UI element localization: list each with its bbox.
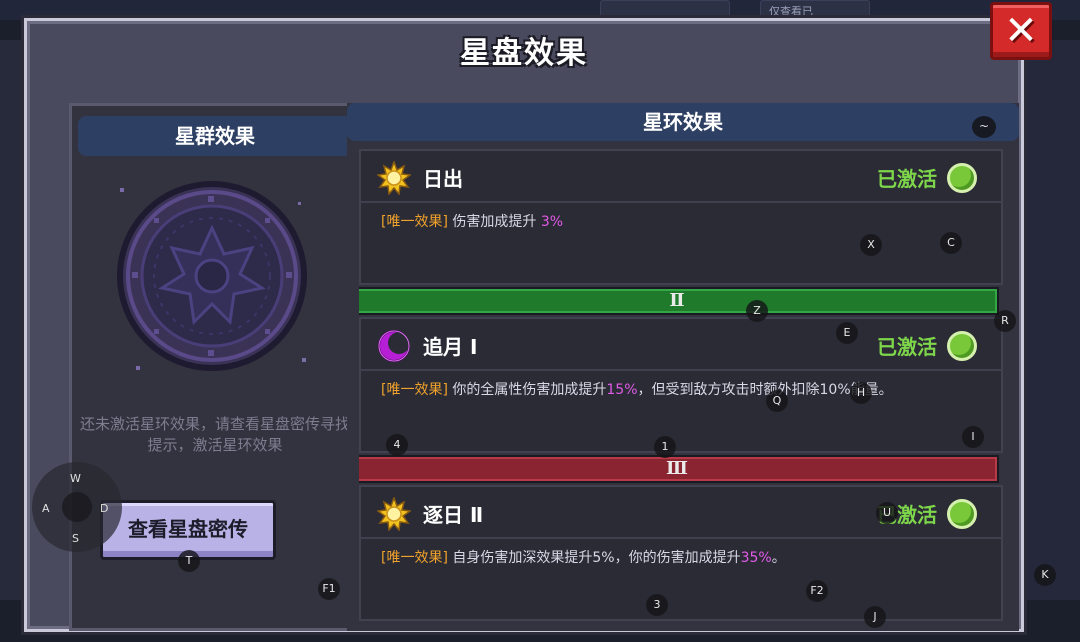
joystick-label-down: S bbox=[72, 532, 79, 545]
key-hint: Q bbox=[766, 390, 788, 412]
effect-tag: [唯一效果] bbox=[381, 550, 448, 566]
key-hint: C bbox=[940, 232, 962, 254]
effect-card-chasing-moon: 追月 Ⅰ 已激活 [唯一效果] 你的全属性伤害加成提升15%，但受到敌方攻击时额… bbox=[359, 317, 1003, 453]
sun-icon bbox=[377, 497, 411, 531]
effect-name: 日出 bbox=[423, 167, 463, 191]
key-hint: F2 bbox=[806, 580, 828, 602]
effect-desc-text: 伤害加成提升 bbox=[447, 214, 541, 230]
key-hint: 3 bbox=[646, 594, 668, 616]
key-hint: R bbox=[994, 310, 1016, 332]
key-hint: X bbox=[860, 234, 882, 256]
active-indicator-icon bbox=[947, 499, 977, 529]
effect-card-chasing-sun: 逐日 Ⅱ 已激活 [唯一效果] 自身伤害加深效果提升5%，你的伤害加成提升35%… bbox=[359, 485, 1003, 621]
effect-header: 日出 已激活 bbox=[361, 151, 1001, 203]
effect-desc-text: 你的全属性伤害加成提升 bbox=[447, 382, 607, 398]
star-ring-header: 星环效果 bbox=[347, 103, 1019, 141]
effect-desc-text: 自身伤害加深效果提升5%，你的伤害加成提升 bbox=[447, 550, 741, 566]
effect-value: 3% bbox=[540, 214, 564, 230]
key-hint: Z bbox=[746, 300, 768, 322]
joystick-knob[interactable] bbox=[62, 492, 92, 522]
tier-divider-3: Ⅲ bbox=[359, 455, 999, 483]
effect-header: 逐日 Ⅱ 已激活 bbox=[361, 487, 1001, 539]
effect-header: 追月 Ⅰ 已激活 bbox=[361, 319, 1001, 371]
active-indicator-icon bbox=[947, 331, 977, 361]
joystick-label-right: D bbox=[100, 502, 109, 515]
effect-status: 已激活 bbox=[877, 335, 937, 359]
effect-name: 逐日 Ⅱ bbox=[423, 503, 484, 527]
joystick-label-left: A bbox=[42, 502, 50, 515]
tier-divider-2: Ⅱ bbox=[359, 287, 999, 315]
key-hint: J bbox=[864, 606, 886, 628]
close-button[interactable]: ✕ bbox=[990, 2, 1052, 60]
active-indicator-icon bbox=[947, 163, 977, 193]
effect-value: 15% bbox=[606, 382, 638, 398]
key-hint: T bbox=[178, 550, 200, 572]
background-top-bar bbox=[0, 0, 1080, 20]
effect-tag: [唯一效果] bbox=[381, 382, 448, 398]
crescent-moon-icon bbox=[378, 330, 410, 362]
constellation-header: 星群效果 bbox=[78, 116, 352, 156]
sun-icon bbox=[377, 161, 411, 195]
effect-name: 追月 Ⅰ bbox=[423, 335, 478, 359]
effect-tag: [唯一效果] bbox=[381, 214, 448, 230]
key-hint: H bbox=[850, 382, 872, 404]
background-chip bbox=[600, 0, 730, 18]
dialog-title: 星盘效果 bbox=[460, 36, 588, 71]
key-hint: 4 bbox=[386, 434, 408, 456]
key-hint: K bbox=[1034, 564, 1056, 586]
key-hint: 1 bbox=[654, 436, 676, 458]
key-hint: F1 bbox=[318, 578, 340, 600]
background-filter-chip: 仅查看已 bbox=[760, 0, 870, 18]
effect-value: 35% bbox=[740, 550, 772, 566]
inactive-hint-text: 还未激活星环效果，请查看星盘密传寻找提示，激活星环效果 bbox=[80, 415, 351, 454]
effect-desc-tail: 。 bbox=[771, 550, 786, 566]
effect-list[interactable]: 日出 已激活 [唯一效果] 伤害加成提升 3% Ⅱ 追月 Ⅰ 已激活 [唯一效果… bbox=[359, 149, 1003, 627]
movement-joystick[interactable]: W A D S bbox=[32, 462, 122, 552]
effect-description: [唯一效果] 自身伤害加深效果提升5%，你的伤害加成提升35%。 bbox=[381, 547, 971, 569]
star-ring-panel: 星环效果 日出 已激活 [唯一效果] 伤害加成提升 3% Ⅱ 追月 Ⅰ 已激活 … bbox=[347, 103, 1019, 631]
key-hint: U bbox=[876, 502, 898, 524]
key-hint-tilde: ~ bbox=[972, 116, 996, 138]
effect-description: [唯一效果] 伤害加成提升 3% bbox=[381, 211, 971, 233]
effect-card-sunrise: 日出 已激活 [唯一效果] 伤害加成提升 3% bbox=[359, 149, 1003, 285]
star-disc-icon bbox=[117, 181, 307, 371]
effect-description: [唯一效果] 你的全属性伤害加成提升15%，但受到敌方攻击时额外扣除10%能量。 bbox=[381, 379, 971, 401]
key-hint: I bbox=[962, 426, 984, 448]
background-right-edge bbox=[1020, 40, 1080, 600]
key-hint: E bbox=[836, 322, 858, 344]
background-left-edge bbox=[0, 40, 26, 600]
joystick-label-up: W bbox=[70, 472, 81, 485]
close-icon: ✕ bbox=[1004, 8, 1038, 54]
effect-status: 已激活 bbox=[877, 167, 937, 191]
